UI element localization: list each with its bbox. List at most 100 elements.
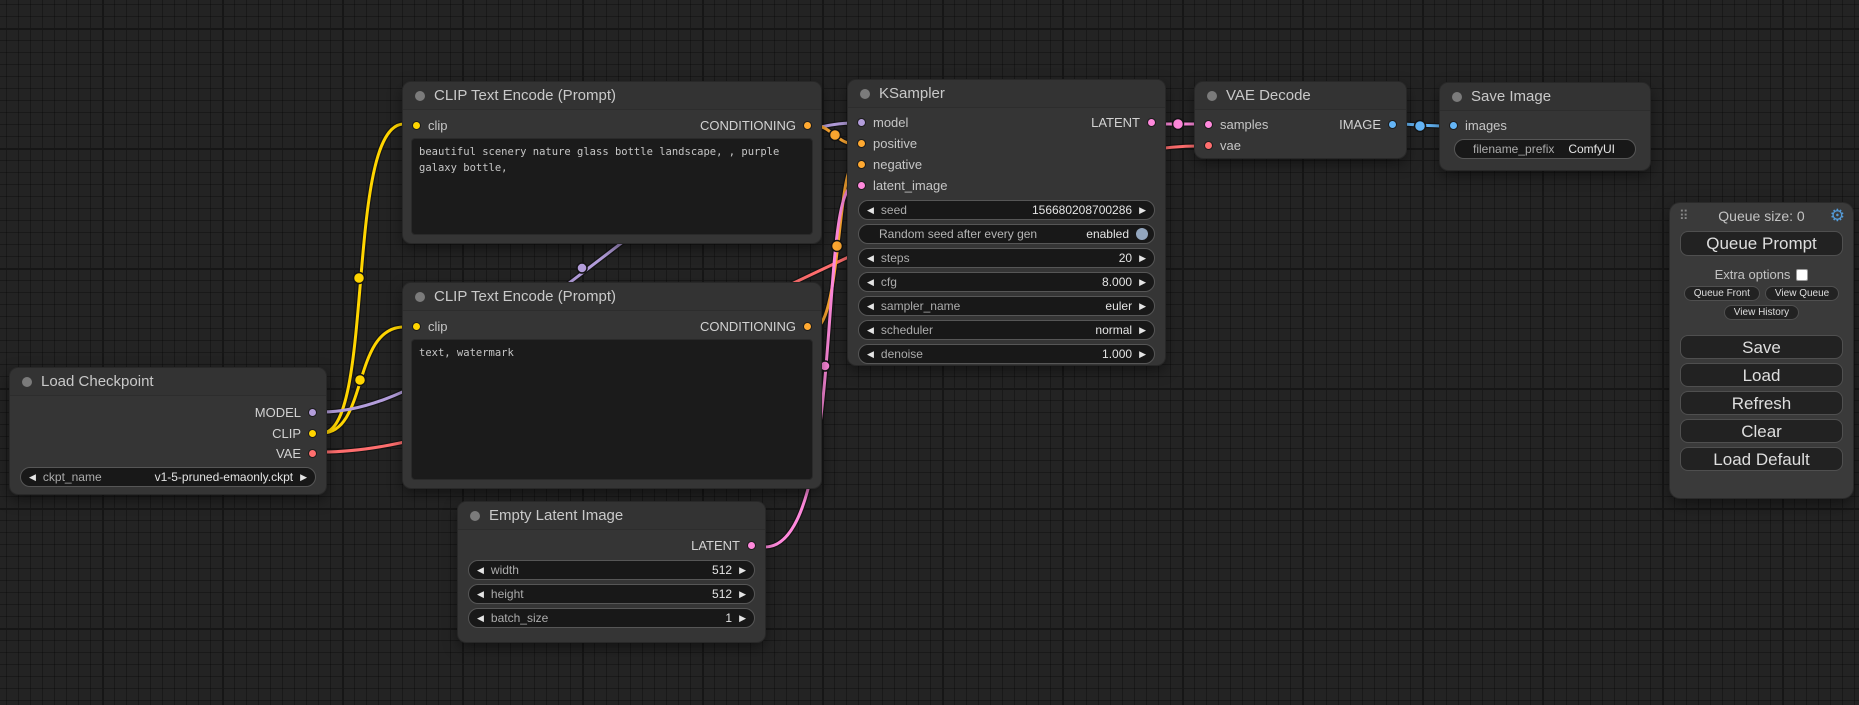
input-port-vae[interactable]: vae: [1204, 138, 1241, 153]
collapse-dot-icon[interactable]: [415, 91, 425, 101]
latent-port-dot[interactable]: [1147, 118, 1156, 127]
node-title-bar[interactable]: CLIP Text Encode (Prompt): [403, 283, 821, 311]
stepper-left-icon[interactable]: ◀: [867, 326, 874, 335]
queue-prompt-button[interactable]: Queue Prompt: [1680, 231, 1843, 256]
node-empty-latent-image[interactable]: Empty Latent Image LATENT ◀ width 512 ▶ …: [458, 502, 765, 642]
stepper-left-icon[interactable]: ◀: [477, 614, 484, 623]
node-vae-decode[interactable]: VAE Decode samples IMAGE vae: [1195, 82, 1406, 158]
stepper-left-icon[interactable]: ◀: [867, 254, 874, 263]
node-title-bar[interactable]: KSampler: [848, 80, 1165, 108]
cfg-widget[interactable]: ◀ cfg 8.000 ▶: [858, 272, 1155, 292]
input-port-samples[interactable]: samples: [1204, 117, 1268, 132]
filename-prefix-widget[interactable]: filename_prefix ComfyUI: [1454, 139, 1636, 159]
output-port-clip[interactable]: CLIP: [272, 426, 317, 441]
clip-port-dot[interactable]: [412, 322, 421, 331]
scheduler-widget[interactable]: ◀ scheduler normal ▶: [858, 320, 1155, 340]
stepper-left-icon[interactable]: ◀: [867, 278, 874, 287]
gear-icon[interactable]: ⚙: [1830, 206, 1845, 226]
drag-handle-icon[interactable]: ⠿: [1679, 208, 1689, 224]
latent-port-dot[interactable]: [857, 181, 866, 190]
batch-size-widget[interactable]: ◀ batch_size 1 ▶: [468, 608, 755, 628]
stepper-left-icon[interactable]: ◀: [867, 206, 874, 215]
steps-widget[interactable]: ◀ steps 20 ▶: [858, 248, 1155, 268]
node-load-checkpoint[interactable]: Load Checkpoint MODEL CLIP VAE ◀ ckpt_na…: [10, 368, 326, 494]
clip-port-dot[interactable]: [412, 121, 421, 130]
node-ksampler[interactable]: KSampler model LATENT positive negative: [848, 80, 1165, 365]
node-clip-text-encode-negative[interactable]: CLIP Text Encode (Prompt) clip CONDITION…: [403, 283, 821, 488]
node-save-image[interactable]: Save Image images filename_prefix ComfyU…: [1440, 83, 1650, 170]
stepper-right-icon[interactable]: ▶: [1139, 278, 1146, 287]
queue-front-button[interactable]: Queue Front: [1684, 286, 1760, 301]
width-widget[interactable]: ◀ width 512 ▶: [468, 560, 755, 580]
stepper-right-icon[interactable]: ▶: [1139, 302, 1146, 311]
view-history-button[interactable]: View History: [1724, 305, 1799, 320]
stepper-right-icon[interactable]: ▶: [1139, 350, 1146, 359]
input-port-model[interactable]: model: [857, 115, 908, 130]
stepper-left-icon[interactable]: ◀: [477, 590, 484, 599]
node-title-bar[interactable]: VAE Decode: [1195, 82, 1406, 110]
ckpt-name-widget[interactable]: ◀ ckpt_name v1-5-pruned-emaonly.ckpt ▶: [20, 467, 316, 487]
toggle-on-icon[interactable]: [1136, 228, 1148, 240]
stepper-right-icon[interactable]: ▶: [300, 473, 307, 482]
stepper-left-icon[interactable]: ◀: [29, 473, 36, 482]
output-port-latent[interactable]: LATENT: [1091, 115, 1156, 130]
output-port-model[interactable]: MODEL: [255, 405, 317, 420]
node-title-bar[interactable]: Empty Latent Image: [458, 502, 765, 530]
collapse-dot-icon[interactable]: [415, 292, 425, 302]
input-port-clip[interactable]: clip: [412, 118, 448, 133]
clip-port-dot[interactable]: [308, 429, 317, 438]
output-port-conditioning[interactable]: CONDITIONING: [700, 319, 812, 334]
model-port-dot[interactable]: [857, 118, 866, 127]
node-title-bar[interactable]: CLIP Text Encode (Prompt): [403, 82, 821, 110]
node-title-bar[interactable]: Save Image: [1440, 83, 1650, 111]
stepper-left-icon[interactable]: ◀: [867, 350, 874, 359]
load-default-button[interactable]: Load Default: [1680, 447, 1843, 471]
save-button[interactable]: Save: [1680, 335, 1843, 359]
latent-port-dot[interactable]: [1204, 120, 1213, 129]
collapse-dot-icon[interactable]: [860, 89, 870, 99]
output-port-vae[interactable]: VAE: [276, 446, 317, 461]
collapse-dot-icon[interactable]: [1452, 92, 1462, 102]
stepper-right-icon[interactable]: ▶: [1139, 206, 1146, 215]
prompt-textarea[interactable]: beautiful scenery nature glass bottle la…: [411, 138, 813, 235]
seed-widget[interactable]: ◀ seed 156680208700286 ▶: [858, 200, 1155, 220]
stepper-left-icon[interactable]: ◀: [477, 566, 484, 575]
output-port-conditioning[interactable]: CONDITIONING: [700, 118, 812, 133]
conditioning-port-dot[interactable]: [803, 121, 812, 130]
denoise-widget[interactable]: ◀ denoise 1.000 ▶: [858, 344, 1155, 364]
refresh-button[interactable]: Refresh: [1680, 391, 1843, 415]
vae-port-dot[interactable]: [308, 449, 317, 458]
conditioning-port-dot[interactable]: [803, 322, 812, 331]
output-port-image[interactable]: IMAGE: [1339, 117, 1397, 132]
image-port-dot[interactable]: [1449, 121, 1458, 130]
collapse-dot-icon[interactable]: [1207, 91, 1217, 101]
latent-port-dot[interactable]: [747, 541, 756, 550]
model-port-dot[interactable]: [308, 408, 317, 417]
clear-button[interactable]: Clear: [1680, 419, 1843, 443]
input-port-latent-image[interactable]: latent_image: [857, 178, 947, 193]
load-button[interactable]: Load: [1680, 363, 1843, 387]
collapse-dot-icon[interactable]: [22, 377, 32, 387]
stepper-right-icon[interactable]: ▶: [1139, 326, 1146, 335]
prompt-textarea[interactable]: text, watermark: [411, 339, 813, 480]
output-port-latent[interactable]: LATENT: [691, 538, 756, 553]
node-clip-text-encode-positive[interactable]: CLIP Text Encode (Prompt) clip CONDITION…: [403, 82, 821, 243]
conditioning-port-dot[interactable]: [857, 160, 866, 169]
stepper-right-icon[interactable]: ▶: [739, 614, 746, 623]
input-port-positive[interactable]: positive: [857, 136, 917, 151]
vae-port-dot[interactable]: [1204, 141, 1213, 150]
collapse-dot-icon[interactable]: [470, 511, 480, 521]
input-port-clip[interactable]: clip: [412, 319, 448, 334]
sampler-name-widget[interactable]: ◀ sampler_name euler ▶: [858, 296, 1155, 316]
stepper-left-icon[interactable]: ◀: [867, 302, 874, 311]
view-queue-button[interactable]: View Queue: [1765, 286, 1839, 301]
image-port-dot[interactable]: [1388, 120, 1397, 129]
random-seed-toggle-widget[interactable]: Random seed after every gen enabled: [858, 224, 1155, 244]
input-port-images[interactable]: images: [1449, 118, 1507, 133]
height-widget[interactable]: ◀ height 512 ▶: [468, 584, 755, 604]
node-title-bar[interactable]: Load Checkpoint: [10, 368, 326, 396]
stepper-right-icon[interactable]: ▶: [1139, 254, 1146, 263]
stepper-right-icon[interactable]: ▶: [739, 590, 746, 599]
comfyui-canvas[interactable]: { "port_colors": { "model": "#B39DDB", "…: [0, 0, 1859, 705]
input-port-negative[interactable]: negative: [857, 157, 922, 172]
